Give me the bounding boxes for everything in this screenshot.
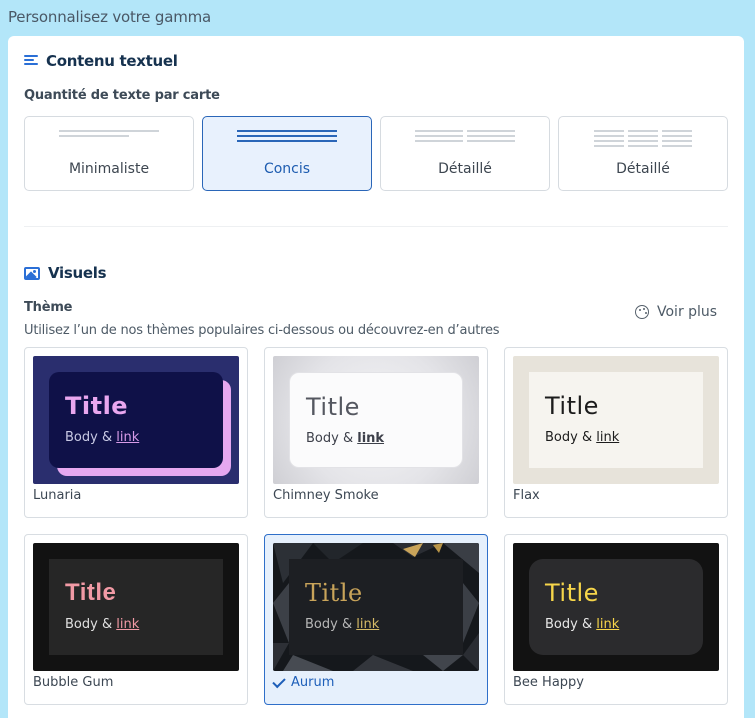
preview-body: Body & link xyxy=(306,431,385,446)
preview-body: Body & link xyxy=(545,617,620,632)
preview-link: link xyxy=(356,617,380,632)
preview-link: link xyxy=(357,431,385,446)
text-amount-tres-detaille[interactable]: Détaillé xyxy=(558,116,728,191)
visuals-section-header: Visuels xyxy=(24,264,107,282)
preview-link: link xyxy=(596,617,620,632)
theme-name: Lunaria xyxy=(33,488,82,503)
text-amount-concis[interactable]: Concis xyxy=(202,116,372,191)
preview-body: Body & link xyxy=(65,617,140,632)
theme-help-text: Utilisez l’un de nos thèmes populaires c… xyxy=(24,323,500,338)
preview-body: Body & link xyxy=(65,430,140,445)
text-amount-label: Quantité de texte par carte xyxy=(24,88,220,103)
theme-name: Bee Happy xyxy=(513,675,584,690)
theme-preview: Title Body & link xyxy=(33,356,239,484)
theme-card-chimney-smoke[interactable]: Title Body & link Chimney Smoke xyxy=(264,347,488,518)
theme-card-aurum[interactable]: Title Body & link Aurum xyxy=(264,534,488,705)
theme-card-bee-happy[interactable]: Title Body & link Bee Happy xyxy=(504,534,728,705)
preview-title: Title xyxy=(545,579,599,607)
preview-title: Title xyxy=(65,579,117,606)
option-label: Minimaliste xyxy=(68,161,150,177)
theme-label: Thème xyxy=(24,300,73,315)
text-section-title: Contenu textuel xyxy=(46,52,178,70)
page-title: Personnalisez votre gamma xyxy=(8,8,212,26)
lines-icon xyxy=(203,130,371,142)
preview-link: link xyxy=(116,430,140,445)
preview-link: link xyxy=(596,430,620,445)
see-more-label: Voir plus xyxy=(657,304,718,320)
theme-card-flax[interactable]: Title Body & link Flax xyxy=(504,347,728,518)
option-label: Concis xyxy=(263,161,311,177)
preview-body: Body & link xyxy=(545,430,620,445)
visuals-section-title: Visuels xyxy=(48,264,107,282)
theme-name: Flax xyxy=(513,488,540,503)
option-label: Détaillé xyxy=(616,161,670,177)
check-icon xyxy=(272,674,286,688)
text-amount-minimaliste[interactable]: Minimaliste xyxy=(24,116,194,191)
preview-title: Title xyxy=(305,579,363,607)
theme-preview: Title Body & link xyxy=(513,356,719,484)
image-icon xyxy=(24,266,40,280)
theme-preview: Title Body & link xyxy=(33,543,239,671)
theme-preview: Title Body & link xyxy=(513,543,719,671)
preview-body: Body & link xyxy=(305,617,380,632)
theme-name-row: Aurum xyxy=(272,674,335,690)
theme-preview: Title Body & link xyxy=(273,543,479,671)
theme-card-lunaria[interactable]: Title Body & link Lunaria xyxy=(24,347,248,518)
preview-title: Title xyxy=(545,392,599,420)
preview-title: Title xyxy=(65,392,129,420)
theme-name: Aurum xyxy=(291,675,335,690)
preview-link: link xyxy=(116,617,140,632)
theme-name: Bubble Gum xyxy=(33,675,114,690)
option-label: Détaillé xyxy=(438,161,492,177)
see-more-button[interactable]: Voir plus xyxy=(635,304,717,320)
lines-icon xyxy=(559,130,727,147)
theme-preview: Title Body & link xyxy=(273,356,479,484)
palette-icon xyxy=(635,305,649,319)
preview-title: Title xyxy=(306,393,360,421)
text-amount-detaille[interactable]: Détaillé xyxy=(380,116,550,191)
theme-name: Chimney Smoke xyxy=(273,488,379,503)
theme-card-bubble-gum[interactable]: Title Body & link Bubble Gum xyxy=(24,534,248,705)
customize-panel: Contenu textuel Quantité de texte par ca… xyxy=(8,36,744,718)
lines-icon xyxy=(381,130,549,142)
text-lines-icon xyxy=(24,55,38,67)
section-divider xyxy=(24,226,728,227)
text-section-header: Contenu textuel xyxy=(24,52,178,70)
lines-icon xyxy=(25,130,193,137)
